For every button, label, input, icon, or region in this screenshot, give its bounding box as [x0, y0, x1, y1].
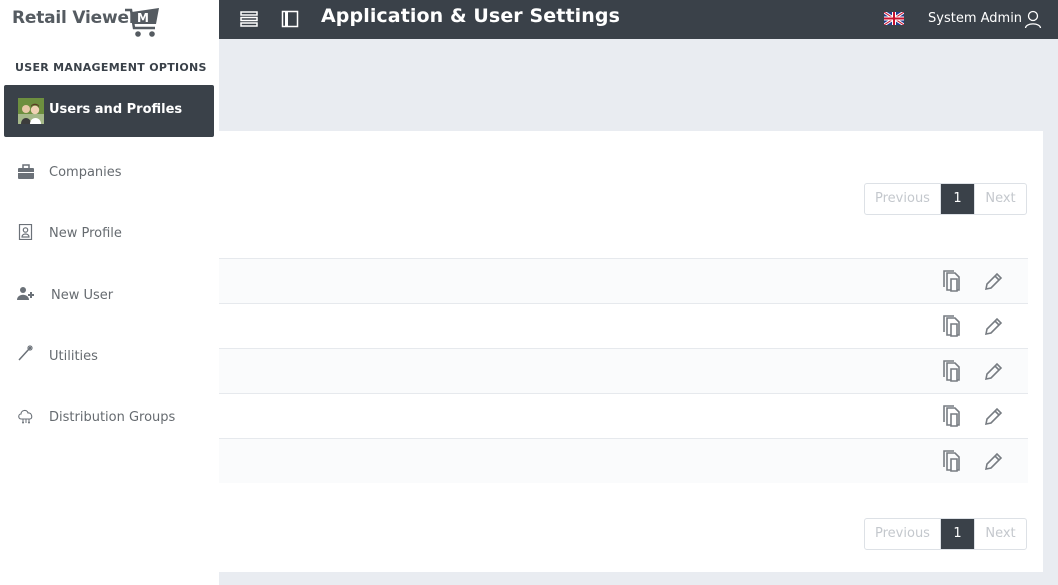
app-logo[interactable]: Retail Viewer M: [12, 4, 162, 38]
uk-flag-icon[interactable]: [884, 12, 904, 25]
pagination-next-button[interactable]: Next: [974, 519, 1026, 549]
edit-icon[interactable]: [982, 449, 1004, 473]
sidebar: Retail Viewer M USER MANAGEMENT OPTIONS …: [0, 0, 219, 585]
list-view-icon[interactable]: [240, 10, 258, 28]
pagination-bottom: Previous 1 Next: [864, 518, 1027, 550]
logo-text: Retail Viewer: [12, 8, 138, 28]
edit-icon[interactable]: [982, 359, 1004, 383]
pagination-previous-button[interactable]: Previous: [865, 184, 941, 214]
pagination-current-page[interactable]: 1: [941, 519, 974, 549]
pagination-next-button[interactable]: Next: [974, 184, 1026, 214]
table-row[interactable]: [200, 348, 1028, 393]
sidebar-item-label: New Profile: [49, 226, 122, 241]
pagination-top: Previous 1 Next: [864, 183, 1027, 215]
edit-icon[interactable]: [982, 269, 1004, 293]
copy-icon[interactable]: [942, 449, 964, 473]
sidebar-item-label: New User: [51, 288, 114, 303]
table-row[interactable]: [200, 438, 1028, 483]
copy-icon[interactable]: [942, 404, 964, 428]
sidebar-toggle-icon[interactable]: [281, 10, 299, 28]
sidebar-section-title: USER MANAGEMENT OPTIONS: [15, 61, 207, 74]
copy-icon[interactable]: [942, 359, 964, 383]
users-avatar-icon: [18, 98, 44, 124]
sidebar-item-new-profile[interactable]: New Profile: [0, 209, 219, 261]
cloud-network-icon: [18, 409, 33, 424]
sidebar-item-companies[interactable]: Companies: [0, 148, 219, 200]
page-title: Application & User Settings: [321, 5, 620, 27]
copy-icon[interactable]: [942, 269, 964, 293]
sidebar-item-distribution-groups[interactable]: Distribution Groups: [0, 393, 219, 445]
sidebar-item-label: Utilities: [49, 349, 98, 364]
edit-icon[interactable]: [982, 314, 1004, 338]
user-icon[interactable]: [1024, 10, 1042, 29]
sidebar-item-label: Users and Profiles: [49, 102, 183, 117]
current-user-name[interactable]: System Admin: [928, 11, 1022, 26]
sidebar-item-label: Distribution Groups: [49, 410, 176, 425]
magic-wand-icon: [18, 345, 33, 361]
sidebar-item-users-and-profiles[interactable]: Users and Profiles: [4, 85, 214, 137]
users-panel: Previous 1 Next Previous 1 Next: [200, 131, 1043, 572]
sidebar-item-utilities[interactable]: Utilities: [0, 332, 219, 384]
pagination-current-page[interactable]: 1: [941, 184, 974, 214]
users-table: [200, 258, 1028, 483]
pagination-previous-button[interactable]: Previous: [865, 519, 941, 549]
copy-icon[interactable]: [942, 314, 964, 338]
table-row[interactable]: [200, 258, 1028, 303]
edit-icon[interactable]: [982, 404, 1004, 428]
table-row[interactable]: [200, 303, 1028, 348]
shopping-cart-logo-icon: M: [125, 8, 159, 37]
sidebar-item-label: Companies: [49, 165, 122, 180]
sidebar-item-new-user[interactable]: New User: [0, 271, 219, 323]
briefcase-icon: [18, 164, 34, 179]
svg-text:M: M: [137, 11, 149, 25]
profile-card-icon: [18, 224, 33, 240]
user-plus-icon: [17, 287, 34, 300]
table-row[interactable]: [200, 393, 1028, 438]
